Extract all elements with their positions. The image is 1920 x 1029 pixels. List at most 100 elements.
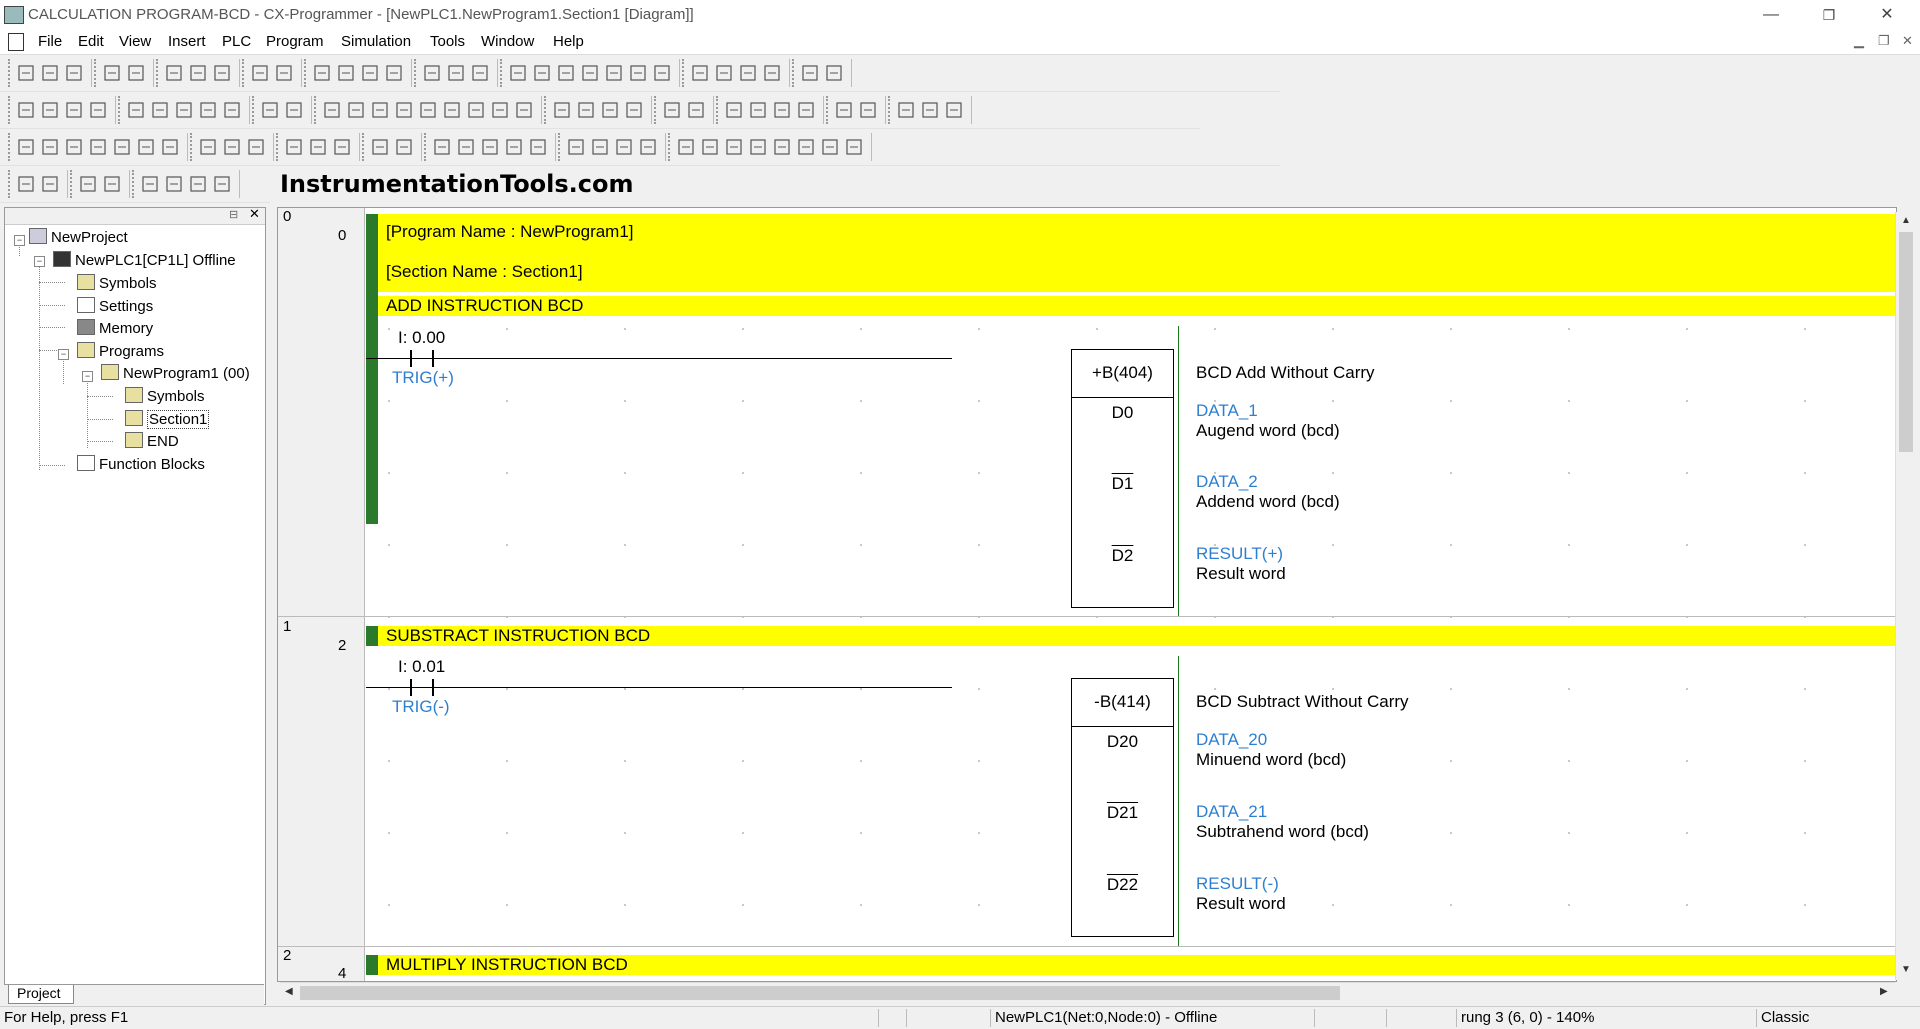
menu-tools[interactable]: Tools	[430, 33, 465, 50]
expand-programs-toggle[interactable]: −	[58, 349, 69, 360]
toolbar-grip[interactable]	[424, 133, 429, 161]
toolbar-grip[interactable]	[362, 133, 367, 161]
toolbar-button[interactable]	[78, 174, 98, 194]
toolbar-grip[interactable]	[118, 96, 123, 124]
toolbar-button[interactable]	[652, 63, 672, 83]
toolbar-grip[interactable]	[716, 96, 721, 124]
menu-file[interactable]: File	[38, 33, 62, 50]
toolbar-button[interactable]	[64, 63, 84, 83]
toolbar-button[interactable]	[284, 137, 304, 157]
toolbar-button[interactable]	[16, 100, 36, 120]
mdi-restore-button[interactable]: ❐	[1878, 33, 1890, 49]
mdi-close-button[interactable]: ✕	[1902, 33, 1913, 49]
toolbar-button[interactable]	[490, 100, 510, 120]
toolbar-grip[interactable]	[558, 133, 563, 161]
toolbar-button[interactable]	[762, 63, 782, 83]
toolbar-button[interactable]	[528, 137, 548, 157]
toolbar-button[interactable]	[322, 100, 342, 120]
toolbar-button[interactable]	[336, 63, 356, 83]
menu-simulation[interactable]: Simulation	[341, 33, 411, 50]
toolbar-button[interactable]	[738, 63, 758, 83]
toolbar-grip[interactable]	[414, 59, 419, 87]
toolbar-button[interactable]	[614, 137, 634, 157]
toolbar-button[interactable]	[102, 63, 122, 83]
tree-function-blocks[interactable]: Function Blocks	[77, 455, 205, 473]
scroll-right-icon[interactable]: ▶	[1880, 986, 1888, 997]
toolbar-button[interactable]	[212, 63, 232, 83]
mdi-minimize-button[interactable]: ▁	[1854, 33, 1864, 49]
instruction-block[interactable]: -B(414) D20 D21 D22	[1071, 678, 1174, 937]
expand-plc-toggle[interactable]: −	[34, 256, 45, 267]
toolbar-button[interactable]	[772, 100, 792, 120]
scroll-down-icon[interactable]: ▼	[1901, 964, 1911, 975]
toolbar-button[interactable]	[370, 100, 390, 120]
close-button[interactable]: ✕	[1864, 0, 1910, 30]
toolbar-button[interactable]	[480, 137, 500, 157]
toolbar-button[interactable]	[160, 137, 180, 157]
operand-symbol[interactable]: DATA_1	[1196, 401, 1258, 421]
toolbar-grip[interactable]	[654, 96, 659, 124]
menu-program[interactable]: Program	[266, 33, 324, 50]
toolbar-button[interactable]	[796, 100, 816, 120]
tree-program-newprogram1[interactable]: NewProgram1 (00)	[101, 364, 250, 382]
toolbar-button[interactable]	[470, 63, 490, 83]
scroll-left-icon[interactable]: ◀	[285, 986, 293, 997]
toolbar-button[interactable]	[136, 137, 156, 157]
toolbar-grip[interactable]	[276, 133, 281, 161]
toolbar-button[interactable]	[824, 63, 844, 83]
toolbar-button[interactable]	[748, 137, 768, 157]
toolbar-button[interactable]	[174, 100, 194, 120]
toolbar-button[interactable]	[102, 174, 122, 194]
toolbar-button[interactable]	[686, 100, 706, 120]
horizontal-scrollbar[interactable]: ◀ ▶	[280, 982, 1895, 1003]
toolbar-grip[interactable]	[8, 59, 13, 87]
toolbar-button[interactable]	[394, 137, 414, 157]
toolbar-button[interactable]	[844, 137, 864, 157]
toolbar-button[interactable]	[274, 63, 294, 83]
toolbar-button[interactable]	[260, 100, 280, 120]
toolbar-button[interactable]	[800, 63, 820, 83]
toolbar-button[interactable]	[64, 100, 84, 120]
minimize-button[interactable]: —	[1748, 0, 1794, 30]
toolbar-button[interactable]	[222, 137, 242, 157]
toolbar-button[interactable]	[418, 100, 438, 120]
toolbar-button[interactable]	[508, 63, 528, 83]
toolbar-button[interactable]	[16, 137, 36, 157]
toolbar-button[interactable]	[250, 63, 270, 83]
toolbar-grip[interactable]	[668, 133, 673, 161]
toolbar-button[interactable]	[700, 137, 720, 157]
toolbar-button[interactable]	[638, 137, 658, 157]
toolbar-button[interactable]	[40, 174, 60, 194]
toolbar-button[interactable]	[858, 100, 878, 120]
toolbar-button[interactable]	[514, 100, 534, 120]
toolbar-button[interactable]	[246, 137, 266, 157]
toolbar-button[interactable]	[796, 137, 816, 157]
toolbar-button[interactable]	[442, 100, 462, 120]
panel-close-icon[interactable]: ✕	[249, 206, 260, 222]
toolbar-button[interactable]	[504, 137, 524, 157]
toolbar-button[interactable]	[384, 63, 404, 83]
toolbar-button[interactable]	[896, 100, 916, 120]
toolbar-grip[interactable]	[8, 96, 13, 124]
toolbar-button[interactable]	[198, 100, 218, 120]
toolbar-grip[interactable]	[888, 96, 893, 124]
toolbar-grip[interactable]	[94, 59, 99, 87]
tree-program-symbols[interactable]: Symbols	[125, 387, 205, 405]
toolbar-button[interactable]	[394, 100, 414, 120]
expand-program-toggle[interactable]: −	[82, 371, 93, 382]
toolbar-button[interactable]	[16, 63, 36, 83]
toolbar-button[interactable]	[188, 174, 208, 194]
operand-symbol[interactable]: DATA_20	[1196, 730, 1267, 750]
toolbar-button[interactable]	[40, 63, 60, 83]
toolbar-button[interactable]	[16, 174, 36, 194]
toolbar-button[interactable]	[40, 137, 60, 157]
tree-symbols[interactable]: Symbols	[77, 274, 157, 292]
menu-insert[interactable]: Insert	[168, 33, 206, 50]
toolbar-button[interactable]	[556, 63, 576, 83]
toolbar-button[interactable]	[552, 100, 572, 120]
contact-symbol[interactable]: TRIG(+)	[392, 368, 454, 388]
ladder-diagram[interactable]: 0 0 [Program Name : NewProgram1] [Sectio…	[277, 207, 1897, 982]
toolbar-button[interactable]	[150, 100, 170, 120]
expand-project-toggle[interactable]: −	[14, 235, 25, 246]
toolbar-button[interactable]	[724, 137, 744, 157]
